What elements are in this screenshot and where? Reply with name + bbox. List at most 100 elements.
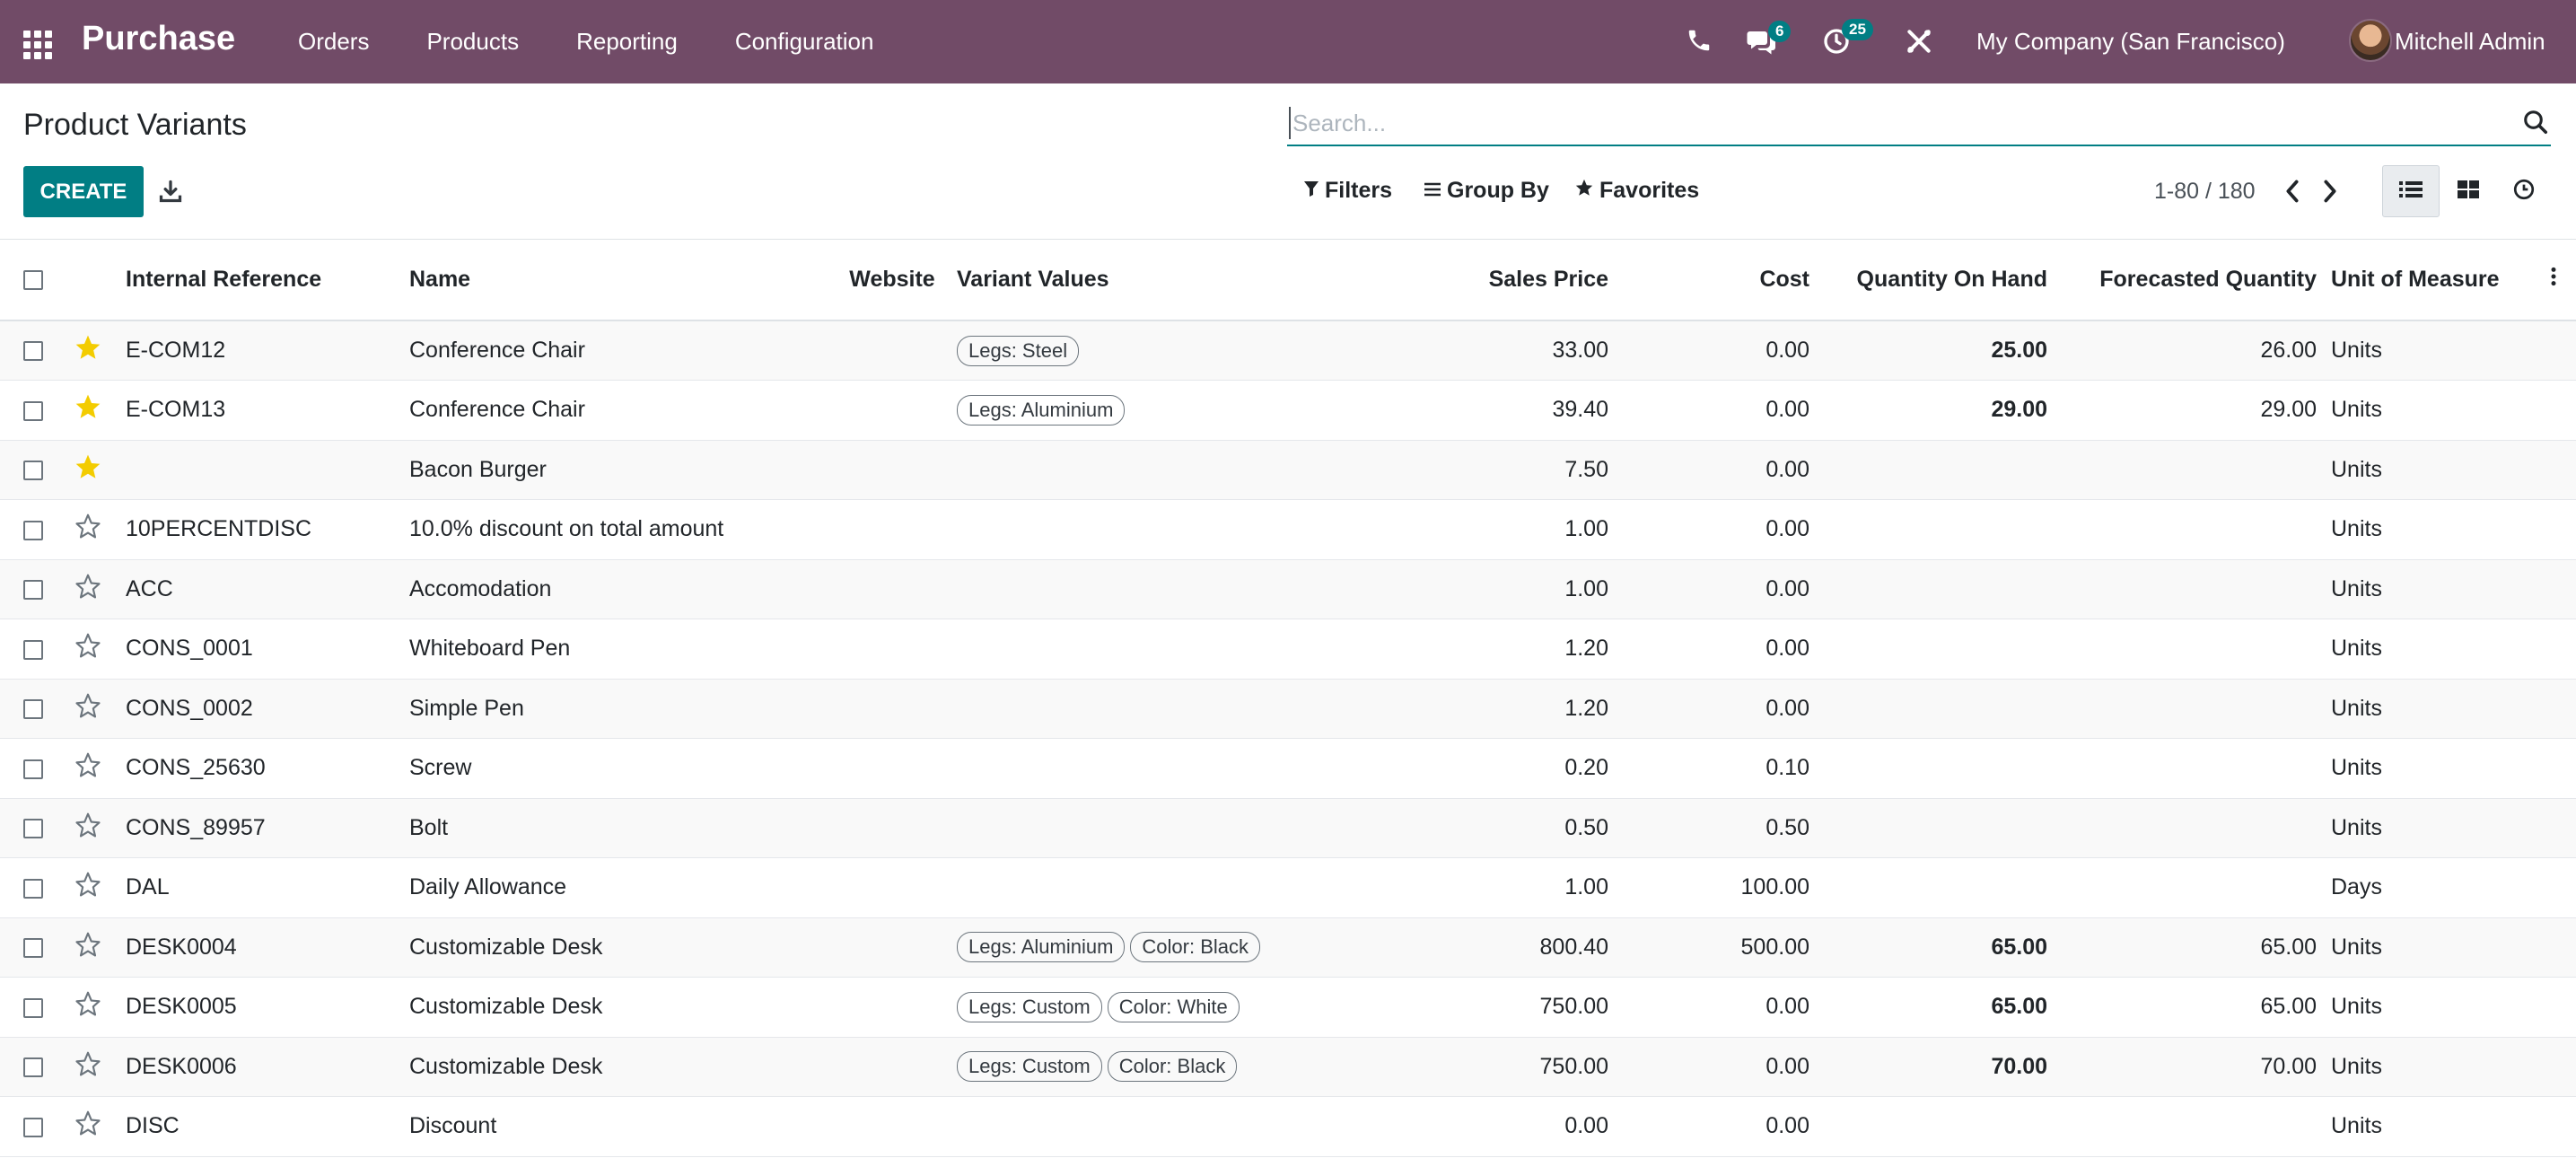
col-website[interactable]: Website xyxy=(835,240,950,321)
row-checkbox[interactable] xyxy=(23,997,43,1018)
cell-name: Customizable Desk xyxy=(409,1053,603,1079)
star-outline-icon[interactable] xyxy=(74,870,102,905)
cell-unit-of-measure: Days xyxy=(2331,874,2382,900)
user-menu[interactable]: Mitchell Admin xyxy=(2395,28,2545,56)
debug-tools-icon[interactable] xyxy=(1905,27,1933,60)
row-checkbox[interactable] xyxy=(23,699,43,720)
row-checkbox[interactable] xyxy=(23,819,43,839)
table-row[interactable]: DISC Discount 0.00 0.00 Units xyxy=(0,1097,2576,1157)
row-checkbox[interactable] xyxy=(23,878,43,899)
cell-internal-reference: E-COM13 xyxy=(126,397,226,423)
star-outline-icon[interactable] xyxy=(74,989,102,1024)
cell-cost: 0.00 xyxy=(1766,1053,1809,1079)
star-outline-icon[interactable] xyxy=(74,512,102,547)
table-row[interactable]: E-COM13 Conference Chair Legs: Aluminium 39… xyxy=(0,381,2576,440)
row-checkbox[interactable] xyxy=(23,341,43,362)
cell-quantity-on-hand: 70.00 xyxy=(1991,1053,2047,1079)
cell-quantity-on-hand: 29.00 xyxy=(1991,397,2047,423)
menu-configuration[interactable]: Configuration xyxy=(706,28,903,56)
cell-internal-reference: CONS_89957 xyxy=(126,814,266,840)
star-filled-icon[interactable] xyxy=(74,333,102,368)
cell-website xyxy=(835,619,950,680)
table-row[interactable]: DAL Daily Allowance 1.00 100.00 Days xyxy=(0,858,2576,917)
variant-value-tag: Legs: Steel xyxy=(957,335,1080,366)
star-filled-icon[interactable] xyxy=(74,452,102,487)
apps-menu-icon[interactable] xyxy=(23,31,54,59)
list-view-button[interactable] xyxy=(2382,165,2440,217)
menu-orders[interactable]: Orders xyxy=(269,28,398,56)
table-row[interactable]: CONS_0001 Whiteboard Pen 1.20 0.00 Units xyxy=(0,619,2576,680)
cell-internal-reference: ACC xyxy=(126,575,173,601)
cell-unit-of-measure: Units xyxy=(2331,1113,2382,1139)
search-input[interactable] xyxy=(1289,107,2492,139)
kanban-view-button[interactable] xyxy=(2440,165,2497,217)
create-button[interactable]: CREATE xyxy=(23,166,144,217)
select-all-checkbox[interactable] xyxy=(23,270,43,291)
table-row[interactable]: DESK0006 Customizable Desk Legs: Custom Col… xyxy=(0,1037,2576,1097)
menu-products[interactable]: Products xyxy=(398,28,548,56)
app-name[interactable]: Purchase xyxy=(82,20,235,58)
messages-badge: 6 xyxy=(1768,21,1792,42)
star-outline-icon[interactable] xyxy=(74,691,102,726)
row-checkbox[interactable] xyxy=(23,400,43,421)
star-outline-icon[interactable] xyxy=(74,572,102,607)
table-row[interactable]: ACC Accomodation 1.00 0.00 Units xyxy=(0,559,2576,619)
table-row[interactable]: E-COM12 Conference Chair Legs: Steel 33.00 0… xyxy=(0,320,2576,381)
favorites-button[interactable]: Favorites xyxy=(1574,178,1699,204)
activity-view-button[interactable] xyxy=(2495,165,2553,217)
chevron-right-icon[interactable] xyxy=(2320,179,2340,208)
cell-internal-reference: CONS_0001 xyxy=(126,636,253,662)
star-outline-icon[interactable] xyxy=(74,1109,102,1144)
download-icon[interactable] xyxy=(158,179,183,208)
chevron-left-icon[interactable] xyxy=(2282,179,2302,208)
table-row[interactable]: CONS_25630 Screw 0.20 0.10 Units xyxy=(0,739,2576,799)
table-row[interactable]: DESK0005 Customizable Desk Legs: Custom Col… xyxy=(0,978,2576,1038)
table-row[interactable]: 10PERCENTDISC 10.0% discount on total amo… xyxy=(0,500,2576,559)
table-row[interactable]: DESK0004 Customizable Desk Legs: Aluminium… xyxy=(0,917,2576,978)
col-cost[interactable]: Cost xyxy=(1616,240,1817,321)
star-outline-icon[interactable] xyxy=(74,930,102,965)
col-quantity-on-hand[interactable]: Quantity On Hand xyxy=(1817,240,2055,321)
col-variant-values[interactable]: Variant Values xyxy=(950,240,1341,321)
pager-value[interactable]: 1-80 / 180 xyxy=(2154,179,2256,205)
cell-website xyxy=(835,798,950,858)
row-checkbox[interactable] xyxy=(23,639,43,660)
optional-columns-icon[interactable] xyxy=(2549,267,2558,294)
avatar[interactable] xyxy=(2349,19,2392,62)
cell-internal-reference: DESK0004 xyxy=(126,934,237,960)
phone-icon[interactable] xyxy=(1686,27,1713,58)
row-checkbox[interactable] xyxy=(23,461,43,481)
cell-variant-values xyxy=(950,1097,1341,1157)
table-row[interactable]: CONS_0002 Simple Pen 1.20 0.00 Units xyxy=(0,679,2576,739)
row-checkbox[interactable] xyxy=(23,580,43,601)
product-variants-table: Internal Reference Name Website Variant … xyxy=(0,239,2576,1157)
menu-reporting[interactable]: Reporting xyxy=(548,28,706,56)
row-checkbox[interactable] xyxy=(23,1117,43,1137)
cell-internal-reference: DESK0006 xyxy=(126,1053,237,1079)
col-sales-price[interactable]: Sales Price xyxy=(1341,240,1616,321)
group-by-button[interactable]: Group By xyxy=(1424,178,1549,204)
filters-button[interactable]: Filters xyxy=(1303,178,1392,204)
row-checkbox[interactable] xyxy=(23,1057,43,1078)
search-icon[interactable] xyxy=(2522,109,2549,140)
row-checkbox[interactable] xyxy=(23,759,43,779)
cell-forecasted-quantity xyxy=(2055,798,2324,858)
star-outline-icon[interactable] xyxy=(74,631,102,666)
cell-website xyxy=(835,1037,950,1097)
col-name[interactable]: Name xyxy=(402,240,835,321)
row-checkbox[interactable] xyxy=(23,520,43,540)
cell-variant-values: Legs: Custom Color: White xyxy=(950,978,1341,1038)
star-outline-icon[interactable] xyxy=(74,1049,102,1084)
col-forecasted-quantity[interactable]: Forecasted Quantity xyxy=(2055,240,2324,321)
table-row[interactable]: Bacon Burger 7.50 0.00 Units xyxy=(0,440,2576,500)
star-outline-icon[interactable] xyxy=(74,750,102,785)
row-checkbox[interactable] xyxy=(23,938,43,959)
star-filled-icon[interactable] xyxy=(74,392,102,427)
col-internal-reference[interactable]: Internal Reference xyxy=(118,240,402,321)
company-switcher[interactable]: My Company (San Francisco) xyxy=(1976,28,2285,56)
star-outline-icon[interactable] xyxy=(74,811,102,846)
table-row[interactable]: CONS_89957 Bolt 0.50 0.50 Units xyxy=(0,798,2576,858)
table-header-row: Internal Reference Name Website Variant … xyxy=(0,240,2576,321)
cell-variant-values xyxy=(950,739,1341,799)
col-unit-of-measure[interactable]: Unit of Measure xyxy=(2324,240,2549,321)
